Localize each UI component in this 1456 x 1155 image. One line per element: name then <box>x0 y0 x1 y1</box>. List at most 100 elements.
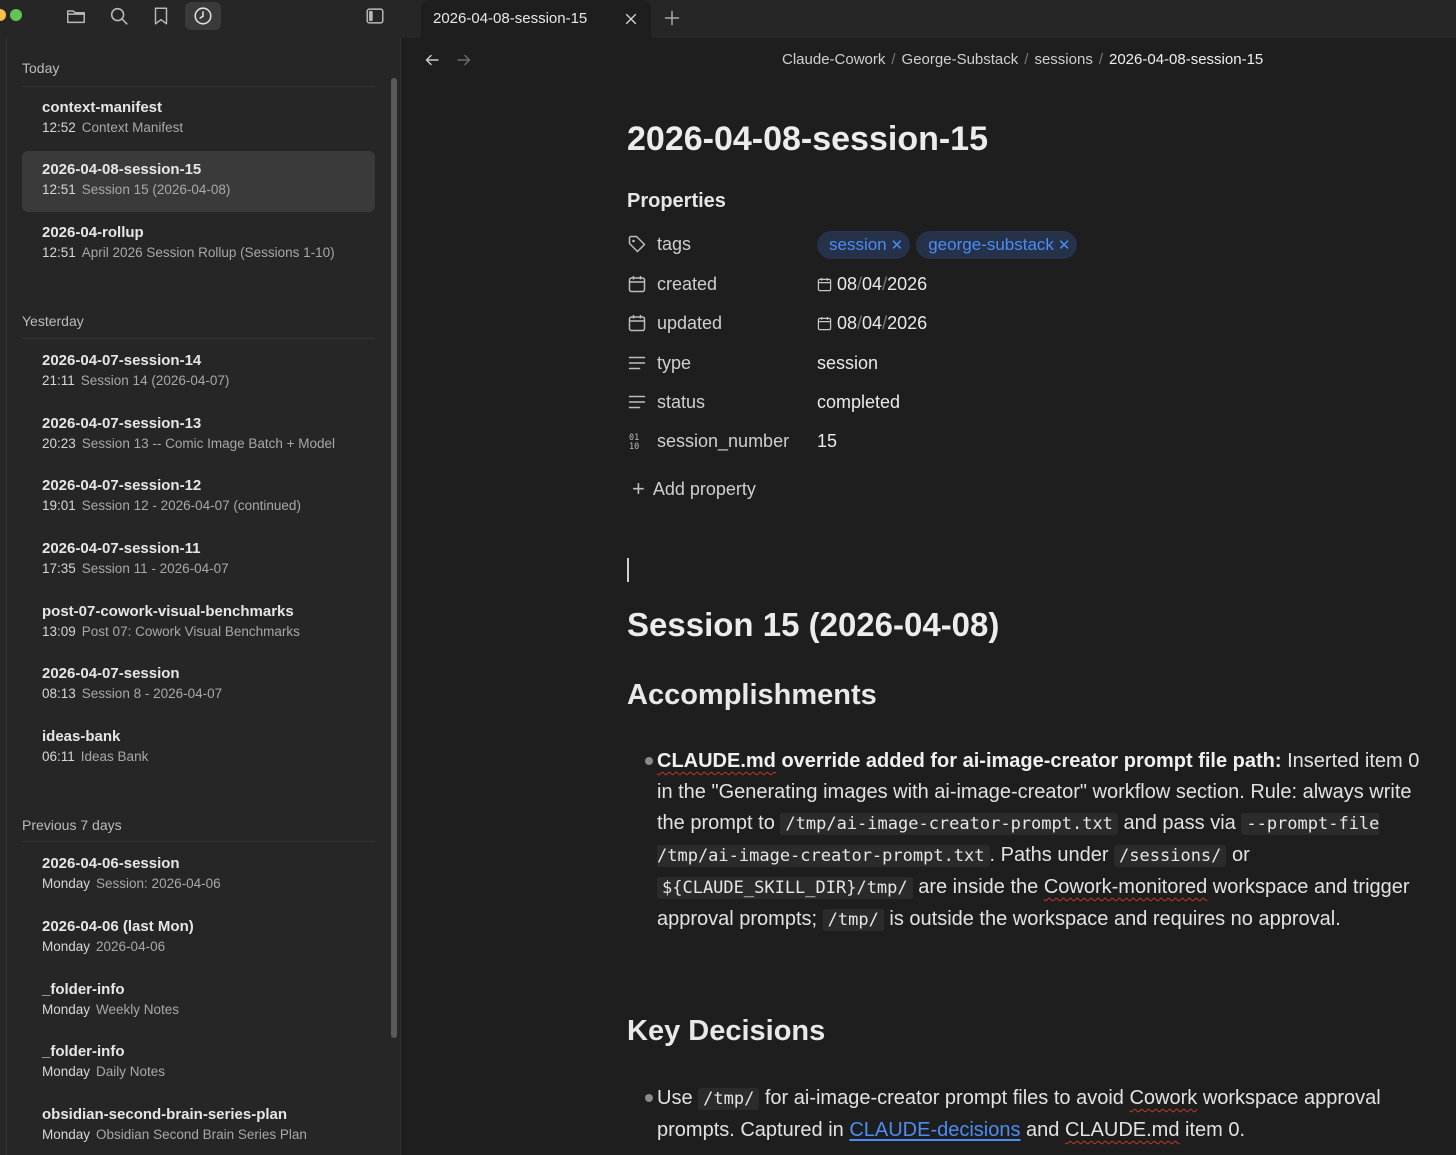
search-button[interactable] <box>101 2 137 30</box>
list-bullet <box>645 1094 653 1102</box>
toggle-sidebar-button[interactable] <box>357 2 393 30</box>
date-month: 04 <box>862 313 883 333</box>
remove-tag-icon[interactable]: ✕ <box>891 236 904 254</box>
property-name[interactable]: type <box>657 353 691 374</box>
property-name[interactable]: updated <box>657 313 722 334</box>
tag-icon <box>627 234 647 254</box>
date-year: 2026 <box>887 313 928 333</box>
section-divider <box>22 841 375 842</box>
recent-item[interactable]: 2026-04-07-session-11 17:35 Session 11 - … <box>22 530 375 591</box>
recent-item-meta: 17:35 Session 11 - 2026-04-07 <box>42 561 229 576</box>
tag-pill[interactable]: session ✕ <box>817 231 911 259</box>
breadcrumb: Claude-Cowork / George-Substack / sessions / 2… <box>782 51 1263 68</box>
recent-item-title: 2026-04-07-session-11 <box>42 540 201 557</box>
recent-item-meta: Monday Obsidian Second Brain Series Plan <box>42 1127 307 1142</box>
decision-item[interactable]: Use /tmp/ for ai-image-creator prompt fi… <box>657 1083 1427 1146</box>
body-text: . Paths under <box>989 844 1115 866</box>
recent-item[interactable]: post-07-cowork-visual-benchmarks 13:09 Po… <box>22 593 375 654</box>
body-text: are inside the <box>912 876 1044 898</box>
bookmarks-button[interactable] <box>143 2 179 30</box>
breadcrumb-item[interactable]: Claude-Cowork <box>782 51 885 68</box>
spellcheck-word: CLAUDE.md <box>1064 1119 1180 1141</box>
recent-item[interactable]: 2026-04-rollup 12:51 April 2026 Session R… <box>22 214 375 275</box>
property-row-tags: tags session ✕ george-substack ✕ <box>627 230 1327 260</box>
property-row-type: type session <box>627 349 1327 379</box>
recent-files-panel: Today context-manifest 12:52 Context Mani… <box>0 38 401 1155</box>
property-name[interactable]: created <box>657 274 717 295</box>
property-value[interactable]: 15 <box>817 431 837 452</box>
recent-item-title: 2026-04-07-session-12 <box>42 477 202 494</box>
file-explorer-button[interactable] <box>58 2 94 30</box>
tag-pill[interactable]: george-substack ✕ <box>916 231 1078 259</box>
panel-divider <box>6 38 7 1155</box>
recent-item[interactable]: 2026-04-06-session Monday Session: 2026-0… <box>22 845 375 906</box>
recent-item-title: context-manifest <box>42 99 163 116</box>
property-value[interactable]: completed <box>817 392 900 413</box>
recent-item-time: 13:09 <box>42 624 76 639</box>
property-name[interactable]: session_number <box>657 431 789 452</box>
property-name[interactable]: tags <box>657 234 691 255</box>
recent-item[interactable]: 2026-04-07-session-12 19:01 Session 12 - … <box>22 467 375 528</box>
recent-item[interactable]: obsidian-second-brain-series-plan Monday… <box>22 1096 375 1155</box>
breadcrumb-separator: / <box>891 51 896 68</box>
properties-heading[interactable]: Properties <box>627 190 726 213</box>
inline-code: /tmp/ <box>698 1088 760 1110</box>
zoom-window-button[interactable] <box>10 9 22 21</box>
session-heading[interactable]: Session 15 (2026-04-08) <box>627 606 999 644</box>
recent-item-title: 2026-04-07-session-14 <box>42 352 202 369</box>
recent-item-time: 06:11 <box>42 749 75 764</box>
property-row-session-number: 01 10 session_number 15 <box>627 427 1327 457</box>
add-property-button[interactable]: + Add property <box>632 476 756 502</box>
recent-item[interactable]: _folder-info Monday Daily Notes <box>22 1033 375 1094</box>
date-year: 2026 <box>887 274 928 294</box>
list-bullet <box>645 757 653 765</box>
recent-item-meta: Monday Session: 2026-04-06 <box>42 876 221 891</box>
editor-pane: Claude-Cowork / George-Substack / sessions/2… <box>402 38 1456 1155</box>
date-field-updated[interactable]: 08/04/2026 <box>817 313 927 334</box>
recent-item[interactable]: context-manifest 12:52 Context Manifest <box>22 89 375 150</box>
internal-link[interactable]: CLAUDE-decisions <box>849 1119 1020 1141</box>
recent-item[interactable]: 2026-04-07-session-14 21:11 Session 14 (2… <box>22 342 375 403</box>
accomplishments-heading[interactable]: Accomplishments <box>627 679 877 712</box>
key-decisions-heading[interactable]: Key Decisions <box>627 1015 825 1048</box>
minimize-window-button[interactable] <box>0 9 6 21</box>
section-header-today: Today <box>22 60 60 76</box>
recent-item[interactable]: 2026-04-07-session-13 20:23 Session 13 --… <box>22 405 375 466</box>
property-value-tags[interactable]: session ✕ george-substack ✕ <box>817 231 1083 262</box>
accomplishment-item[interactable]: CLAUDE.md override added for ai-image-cr… <box>657 746 1427 936</box>
new-tab-button[interactable] <box>659 5 685 31</box>
arrow-right-icon <box>457 54 471 66</box>
recent-item-meta: 08:13 Session 8 - 2026-04-07 <box>42 686 222 701</box>
tab-active-note[interactable]: 2026-04-08-session-15 <box>421 0 651 38</box>
tab-close-button[interactable] <box>621 9 641 29</box>
inline-code: /tmp/ <box>822 909 884 931</box>
recent-item-subtitle: Session 11 - 2026-04-07 <box>81 561 229 576</box>
breadcrumb-item[interactable]: sessions <box>1034 51 1092 68</box>
recent-item[interactable]: 2026-04-07-session 08:13 Session 8 - 2026… <box>22 655 375 716</box>
remove-tag-icon[interactable]: ✕ <box>1058 236 1071 254</box>
date-field-created[interactable]: 08/04/2026 <box>817 274 927 295</box>
recent-files-button[interactable] <box>185 2 221 30</box>
recent-item-selected[interactable]: 2026-04-08-session-15 12:51 Session 15 (2… <box>22 151 375 212</box>
recent-item-time: Monday <box>42 1002 91 1017</box>
recent-item-meta: 21:11 Session 14 (2026-04-07) <box>42 373 229 388</box>
property-value[interactable]: session <box>817 353 878 374</box>
back-button[interactable] <box>422 50 442 70</box>
breadcrumb-item[interactable]: George-Substack <box>902 51 1019 68</box>
breadcrumb-current[interactable]: 2026-04-08-session-15 <box>1109 51 1263 68</box>
bold-text: override added for ai-image-creator prom… <box>775 750 1282 772</box>
recent-item[interactable]: _folder-info Monday Weekly Notes <box>22 971 375 1032</box>
recent-item-title: 2026-04-rollup <box>42 224 144 241</box>
forward-button[interactable] <box>454 50 474 70</box>
body-text: for ai-image-creator prompt files to avo… <box>759 1087 1130 1109</box>
note-title[interactable]: 2026-04-08-session-15 <box>627 120 988 159</box>
tag-label: session <box>829 235 887 254</box>
property-name[interactable]: status <box>657 392 705 413</box>
recent-item-title: 2026-04-07-session <box>42 665 180 682</box>
recent-item[interactable]: ideas-bank 06:11 Ideas Bank <box>22 718 375 779</box>
recent-item[interactable]: 2026-04-06 (last Mon) Monday 2026-04-06 <box>22 908 375 969</box>
recent-item-subtitle: Session 8 - 2026-04-07 <box>81 686 223 701</box>
sidebar-scrollbar[interactable] <box>391 78 397 1038</box>
recent-item-title: _folder-info <box>42 1043 125 1060</box>
plus-icon <box>664 10 680 26</box>
